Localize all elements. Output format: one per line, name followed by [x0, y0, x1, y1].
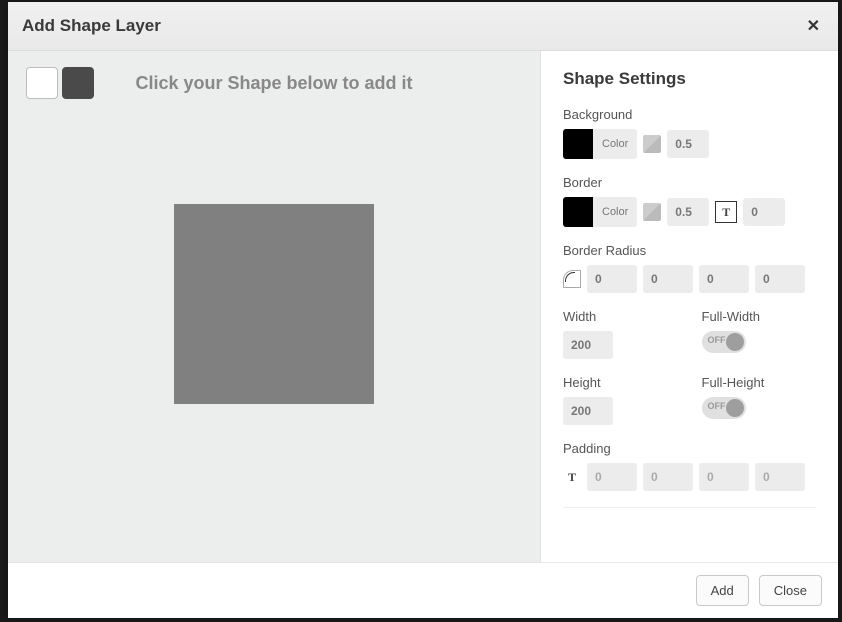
- shape-stage: [20, 94, 528, 514]
- toggle-off-label: OFF: [708, 335, 726, 345]
- radius-br-input[interactable]: [699, 265, 749, 293]
- dialog-title: Add Shape Layer: [22, 16, 161, 36]
- radius-bl-input[interactable]: [755, 265, 805, 293]
- swatch-light[interactable]: [26, 67, 58, 99]
- field-background: Background Color: [563, 107, 816, 159]
- field-padding: Padding T: [563, 441, 816, 491]
- background-color-button[interactable]: Color: [593, 129, 637, 159]
- border-opacity-input[interactable]: [667, 198, 709, 226]
- transparency-icon[interactable]: [643, 203, 661, 221]
- close-icon[interactable]: ✕: [803, 16, 824, 36]
- border-style-icon[interactable]: T: [715, 201, 737, 223]
- dialog-header: Add Shape Layer ✕: [8, 2, 838, 51]
- padding-top-input[interactable]: [587, 463, 637, 491]
- border-width-input[interactable]: [743, 198, 785, 226]
- border-color-button[interactable]: Color: [593, 197, 637, 227]
- width-input[interactable]: [563, 331, 613, 359]
- radius-tl-input[interactable]: [587, 265, 637, 293]
- full-height-toggle[interactable]: OFF: [702, 397, 746, 419]
- shape-preview[interactable]: [174, 204, 374, 404]
- height-input[interactable]: [563, 397, 613, 425]
- label-full-width: Full-Width: [702, 309, 817, 324]
- padding-bottom-input[interactable]: [699, 463, 749, 491]
- label-background: Background: [563, 107, 816, 122]
- label-width: Width: [563, 309, 678, 324]
- background-color-chip[interactable]: [563, 129, 593, 159]
- padding-left-input[interactable]: [755, 463, 805, 491]
- add-button[interactable]: Add: [696, 575, 749, 606]
- dialog-footer: Add Close: [8, 562, 838, 618]
- padding-right-input[interactable]: [643, 463, 693, 491]
- transparency-icon[interactable]: [643, 135, 661, 153]
- swatch-dark[interactable]: [62, 67, 94, 99]
- label-border: Border: [563, 175, 816, 190]
- toggle-off-label: OFF: [708, 401, 726, 411]
- field-width-row: Width Full-Width OFF: [563, 309, 816, 359]
- field-height-row: Height Full-Height OFF: [563, 375, 816, 425]
- dialog-add-shape-layer: Add Shape Layer ✕ Click your Shape below…: [8, 2, 838, 618]
- background-opacity-input[interactable]: [667, 130, 709, 158]
- settings-divider: [563, 507, 816, 508]
- field-border: Border Color T: [563, 175, 816, 227]
- label-padding: Padding: [563, 441, 816, 456]
- label-border-radius: Border Radius: [563, 243, 816, 258]
- settings-title: Shape Settings: [563, 69, 816, 89]
- padding-link-icon[interactable]: T: [563, 468, 581, 486]
- label-full-height: Full-Height: [702, 375, 817, 390]
- field-border-radius: Border Radius: [563, 243, 816, 293]
- shape-settings-panel: Shape Settings Background Color Border C…: [540, 51, 838, 562]
- toggle-knob: [726, 333, 744, 351]
- border-radius-icon[interactable]: [563, 270, 581, 288]
- dialog-body: Click your Shape below to add it Shape S…: [8, 51, 838, 562]
- background-swatches: [26, 67, 94, 99]
- close-button[interactable]: Close: [759, 575, 822, 606]
- toggle-knob: [726, 399, 744, 417]
- label-height: Height: [563, 375, 678, 390]
- full-width-toggle[interactable]: OFF: [702, 331, 746, 353]
- shape-prompt-text: Click your Shape below to add it: [20, 67, 528, 94]
- border-color-chip[interactable]: [563, 197, 593, 227]
- shape-preview-panel: Click your Shape below to add it: [8, 51, 540, 562]
- radius-tr-input[interactable]: [643, 265, 693, 293]
